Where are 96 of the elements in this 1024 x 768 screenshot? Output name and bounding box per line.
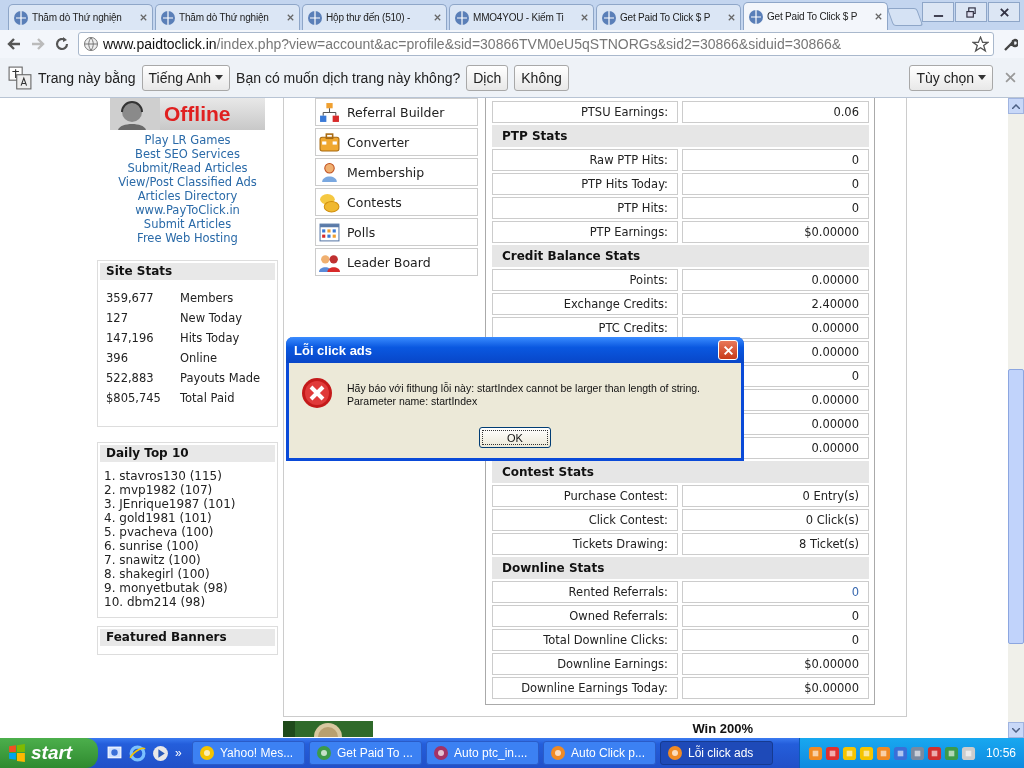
table-cell: 0 — [682, 629, 869, 651]
menu-item[interactable]: Membership — [315, 158, 478, 186]
table-cell: Rented Referrals: — [492, 581, 678, 603]
table-cell: 2.40000 — [682, 293, 869, 315]
sidebar-link[interactable]: Articles Directory — [137, 189, 238, 203]
menu-item[interactable]: Referral Builder — [315, 98, 478, 126]
taskbar-button[interactable]: Get Paid To ... — [309, 741, 422, 765]
menu-item[interactable]: Leader Board — [315, 248, 478, 276]
address-field[interactable]: www.paidtoclick.in/index.php?view=account&ac=profile&sid=30866TVM0eU5qSTNORGs&sid2=30866&siduid=30866& — [78, 32, 994, 56]
table-cell: Exchange Credits: — [492, 293, 678, 315]
table-cell: Purchase Contest: — [492, 485, 678, 507]
taskbar-button[interactable]: Auto Click p... — [543, 741, 656, 765]
offline-label: Offline — [164, 102, 231, 126]
stat-label: New Today — [180, 310, 243, 327]
table-cell: 0 — [682, 197, 869, 219]
leaderboard-entry: 8. shakegirl (100) — [104, 567, 211, 581]
sidebar-link[interactable]: Play LR Games — [144, 133, 231, 147]
stat-value: 396 — [106, 350, 129, 367]
taskbar-button[interactable]: Lỗi click ads — [660, 741, 773, 765]
stat-value: 359,677 — [106, 290, 155, 307]
browser-tab[interactable]: Hộp thư đến (510) - — [302, 4, 447, 30]
translate-button[interactable]: Không — [514, 64, 569, 91]
stat-value: $805,745 — [106, 390, 162, 407]
box-heading: Featured Banners — [100, 629, 275, 646]
translate-button[interactable]: Dịch — [466, 64, 509, 91]
table-cell: PTP Earnings: — [492, 221, 678, 243]
menu-item[interactable]: Converter — [315, 128, 478, 156]
sidebar-link[interactable]: Submit/Read Articles — [127, 161, 248, 175]
browser-tab[interactable]: Get Paid To Click $ P — [596, 4, 741, 30]
table-cell: 0 Entry(s) — [682, 485, 869, 507]
table-cell: Click Contest: — [492, 509, 678, 531]
leaderboard-entry: 2. mvp1982 (107) — [104, 483, 214, 497]
leaderboard-entry: 9. monyetbutak (98) — [104, 581, 229, 595]
leaderboard-entry: 6. sunrise (100) — [104, 539, 200, 553]
sidebar-link[interactable]: View/Post Classified Ads — [118, 175, 257, 189]
table-cell: Tickets Drawing: — [492, 533, 678, 555]
stat-label: Hits Today — [180, 330, 241, 347]
table-cell: Downline Earnings: — [492, 653, 678, 675]
section-heading: Downline Stats — [492, 557, 869, 579]
stat-label: Members — [180, 290, 235, 307]
sidebar-link[interactable]: Best SEO Services — [135, 147, 240, 161]
stat-value: 147,196 — [106, 330, 155, 347]
table-cell: PTSU Earnings: — [492, 101, 678, 123]
ok-button[interactable]: OK — [479, 427, 551, 448]
table-cell: 8 Ticket(s) — [682, 533, 869, 555]
leaderboard-entry: 1. stavros130 (115) — [104, 469, 223, 483]
taskbar-button[interactable]: Yahoo! Mes... — [192, 741, 305, 765]
table-cell: $0.00000 — [682, 653, 869, 675]
stat-label: Online — [180, 350, 219, 367]
menu-item[interactable]: Polls — [315, 218, 478, 246]
table-cell: $0.00000 — [682, 677, 869, 699]
menu-item[interactable]: Contests — [315, 188, 478, 216]
leaderboard-entry: 5. pvacheva (100) — [104, 525, 215, 539]
leaderboard-entry: 3. JEnrique1987 (101) — [104, 497, 237, 511]
section-heading: Credit Balance Stats — [492, 245, 869, 267]
section-heading: PTP Stats — [492, 125, 869, 147]
table-cell: PTP Hits: — [492, 197, 678, 219]
translate-question: Bạn có muốn dịch trang này không? — [236, 69, 461, 86]
browser-tab[interactable]: Thăm dò Thứ nghiện — [155, 4, 300, 30]
table-cell: $0.00000 — [682, 221, 869, 243]
overflow-chevron[interactable]: » — [175, 746, 182, 760]
leaderboard-entry: 7. snawitz (100) — [104, 553, 202, 567]
stat-label: Total Paid — [180, 390, 236, 407]
leaderboard-entry: 4. gold1981 (101) — [104, 511, 213, 525]
options-dropdown[interactable]: Tùy chọn — [909, 64, 993, 91]
table-cell: PTP Hits Today: — [492, 173, 678, 195]
table-cell: 0.00000 — [682, 269, 869, 291]
browser-tab[interactable]: Get Paid To Click $ P — [743, 2, 888, 30]
browser-tab[interactable]: MMO4YOU - Kiếm Ti — [449, 4, 594, 30]
sidebar-link[interactable]: Submit Articles — [143, 217, 232, 231]
box-heading: Daily Top 10 — [100, 445, 275, 462]
table-cell: Total Downline Clicks: — [492, 629, 678, 651]
leaderboard-entry: 10. dbm214 (98) — [104, 595, 207, 609]
stat-value: 522,883 — [106, 370, 155, 387]
table-cell: Owned Referrals: — [492, 605, 678, 627]
table-cell: Points: — [492, 269, 678, 291]
sidebar-link[interactable]: www.PayToClick.in — [135, 203, 240, 217]
sidebar-link[interactable]: Free Web Hosting — [137, 231, 238, 245]
stat-label: Payouts Made — [180, 370, 262, 387]
table-cell: 0.06 — [682, 101, 869, 123]
taskbar-button[interactable]: Auto ptc_in.... — [426, 741, 539, 765]
language-dropdown[interactable]: Tiếng Anh — [141, 64, 231, 91]
translate-prompt: Trang này bằng — [38, 69, 136, 86]
table-cell: 0 — [682, 173, 869, 195]
table-cell: 0 — [682, 605, 869, 627]
table-cell: Raw PTP Hits: — [492, 149, 678, 171]
clock: 10:56 — [985, 746, 1016, 760]
table-cell: Downline Earnings Today: — [492, 677, 678, 699]
table-cell: 0 — [682, 149, 869, 171]
section-heading: Contest Stats — [492, 461, 869, 483]
stat-value: 127 — [106, 310, 129, 327]
dialog-title: Lỗi click ads — [294, 342, 373, 358]
table-cell: 0 Click(s) — [682, 509, 869, 531]
browser-tab[interactable]: Thăm dò Thứ nghiện — [8, 4, 153, 30]
table-cell[interactable]: 0 — [682, 581, 869, 603]
box-heading: Site Stats — [100, 263, 275, 280]
